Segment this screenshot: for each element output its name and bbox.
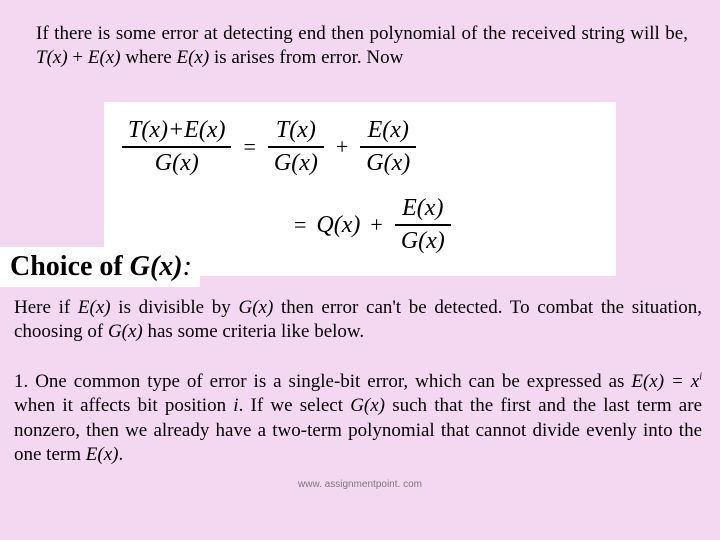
text: is arises from error. Now xyxy=(209,47,403,68)
math-var: E(x) xyxy=(177,47,210,68)
text: when it affects bit position xyxy=(14,395,233,416)
math-superscript: i xyxy=(699,372,702,383)
paragraph-intro: If there is some error at detecting end … xyxy=(36,22,688,71)
math-var: E(x) xyxy=(88,47,121,68)
text: 1. One common type of error is a single-… xyxy=(14,371,631,392)
math-var: E(x) xyxy=(78,297,111,318)
fraction: E(x) G(x) xyxy=(395,193,451,257)
text: where xyxy=(121,47,177,68)
numerator: T(x)+E(x) xyxy=(122,115,231,146)
math-var: G(x) xyxy=(350,395,385,416)
heading-text: Choice of G(x): xyxy=(10,251,192,282)
denominator: G(x) xyxy=(268,148,324,179)
text: has some criteria like below. xyxy=(143,321,364,342)
plus-sign: + xyxy=(370,212,382,238)
fraction: T(x) G(x) xyxy=(268,115,324,179)
denominator: G(x) xyxy=(360,148,416,179)
equals-sign: = xyxy=(294,212,306,238)
paragraph-item-1: 1. One common type of error is a single-… xyxy=(14,370,702,467)
denominator: G(x) xyxy=(149,148,205,179)
denominator: G(x) xyxy=(395,226,451,257)
text: . xyxy=(118,444,123,465)
math-var: G(x) xyxy=(108,321,143,342)
numerator: T(x) xyxy=(270,115,322,146)
math-var: E(x) = x xyxy=(631,371,699,392)
text: Choice of xyxy=(10,251,130,282)
equation-row-2: = Q(x) + E(x) G(x) xyxy=(286,186,616,264)
text: . If we select xyxy=(239,395,351,416)
paragraph-criteria: Here if E(x) is divisible by G(x) then e… xyxy=(14,296,702,345)
equation-row-1: T(x)+E(x) G(x) = T(x) G(x) + E(x) G(x) xyxy=(118,108,616,186)
numerator: E(x) xyxy=(362,115,415,146)
math-var: T(x) xyxy=(36,47,68,68)
math-var: Q(x) xyxy=(316,212,360,239)
fraction: E(x) G(x) xyxy=(360,115,416,179)
section-heading: Choice of G(x): xyxy=(0,247,200,287)
text: is divisible by xyxy=(111,297,239,318)
math-var: E(x) xyxy=(86,444,119,465)
text: + xyxy=(68,47,88,68)
text: If there is some error at detecting end … xyxy=(36,23,688,44)
numerator: E(x) xyxy=(396,193,449,224)
plus-sign: + xyxy=(336,134,348,160)
math-var: G(x) xyxy=(130,251,183,282)
math-var: G(x) xyxy=(239,297,274,318)
fraction: T(x)+E(x) G(x) xyxy=(122,115,231,179)
footer-source: www. assignmentpoint. com xyxy=(0,479,720,490)
text: Here if xyxy=(14,297,78,318)
equals-sign: = xyxy=(243,134,255,160)
colon: : xyxy=(183,251,192,282)
